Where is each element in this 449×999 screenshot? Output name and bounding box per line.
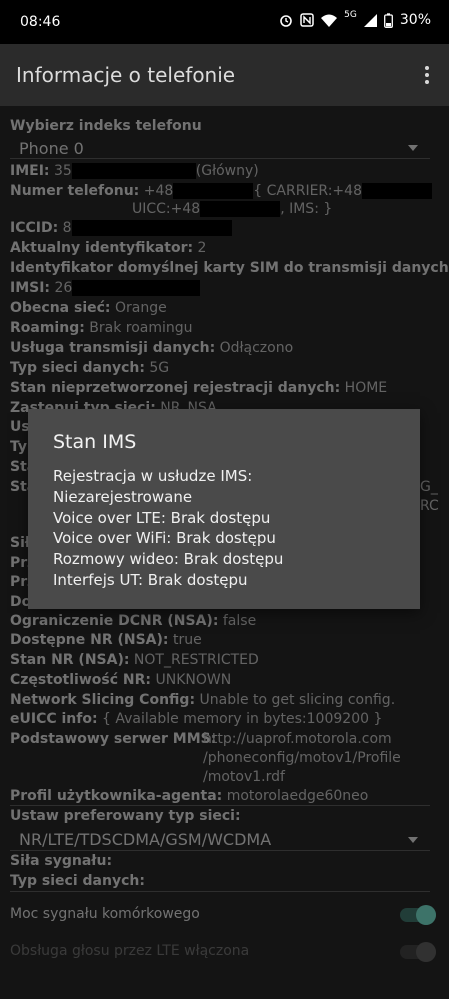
app-bar: Informacje o telefonie bbox=[0, 44, 449, 106]
ims-status-dialog: Stan IMS Rejestracja w usłudze IMS: Niez… bbox=[28, 409, 420, 609]
dialog-line: Niezarejestrowane bbox=[53, 488, 193, 506]
dialog-line: Interfejs UT: Brak dostępu bbox=[53, 571, 248, 589]
status-time: 08:46 bbox=[20, 14, 61, 30]
status-bar: 08:46 5G 30% bbox=[0, 0, 449, 44]
network-type-badge: 5G bbox=[344, 10, 357, 20]
dialog-line: Rozmowy wideo: Brak dostępu bbox=[53, 550, 284, 568]
battery-percent: 30% bbox=[399, 12, 431, 28]
cell-signal-icon bbox=[363, 13, 377, 27]
dialog-line: Rejestracja w usłudze IMS: bbox=[53, 467, 253, 485]
nfc-icon bbox=[300, 13, 314, 27]
overflow-menu-icon[interactable] bbox=[425, 66, 431, 86]
alarm-icon bbox=[280, 15, 292, 27]
wifi-icon bbox=[321, 14, 338, 27]
status-icons: 5G 30% bbox=[279, 10, 431, 28]
page-title: Informacje o telefonie bbox=[16, 63, 236, 87]
battery-icon bbox=[383, 12, 393, 28]
dialog-line: Voice over WiFi: Brak dostępu bbox=[53, 529, 276, 547]
dialog-line: Voice over LTE: Brak dostępu bbox=[53, 509, 271, 527]
dialog-title: Stan IMS bbox=[53, 431, 137, 453]
